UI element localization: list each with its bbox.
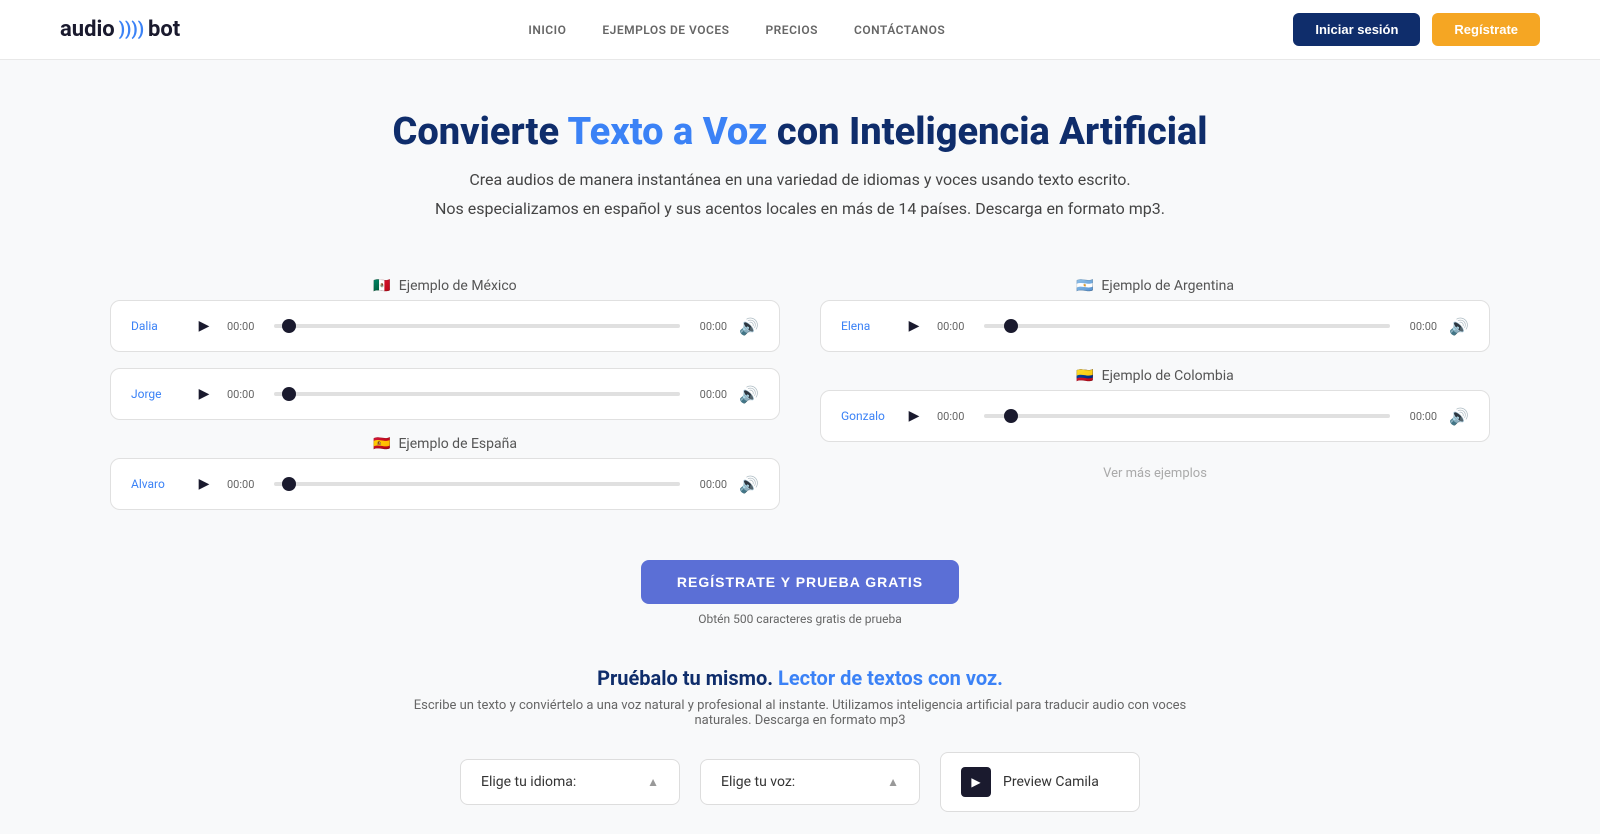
colombia-flag: 🇨🇴 [1076,368,1093,384]
audio-player-dalia: Dalia ▶ 00:00 00:00 🔊 [110,300,780,352]
nav-item-ejemplos[interactable]: EJEMPLOS DE VOCES [602,23,729,37]
ver-mas-link[interactable]: Ver más ejemplos [820,466,1490,481]
alvaro-label: Alvaro [131,477,181,491]
hero-title-part1: Convierte [392,110,567,154]
hero-title-highlight: Texto a Voz [568,110,768,154]
dalia-progress-dot [282,319,296,333]
preview-play-icon: ▶ [961,767,991,797]
jorge-time-end: 00:00 [692,388,727,401]
language-select[interactable]: Elige tu idioma: ▲ [460,759,680,805]
audio-player-gonzalo: Gonzalo ▶ 00:00 00:00 🔊 [820,390,1490,442]
hero-subtitle2: Nos especializamos en español y sus acen… [20,199,1580,218]
jorge-progress-bar[interactable] [274,392,680,396]
nav-item-contactanos[interactable]: CONTÁCTANOS [854,23,945,37]
cta-section: REGÍSTRATE Y PRUEBA GRATIS Obtén 500 car… [0,530,1600,646]
preview-label: Preview Camila [1003,774,1099,790]
dalia-label: Dalia [131,319,181,333]
dalia-play-button[interactable]: ▶ [193,315,215,337]
voice-select-chevron-icon: ▲ [887,775,899,789]
elena-time-end: 00:00 [1402,320,1437,333]
preview-button[interactable]: ▶ Preview Camila [940,752,1140,812]
logo-waves-icon: )))) [119,19,144,40]
argentina-group: 🇦🇷 Ejemplo de Argentina Elena ▶ 00:00 00… [820,278,1490,352]
nav-buttons: Iniciar sesión Regístrate [1293,13,1540,46]
jorge-progress-dot [282,387,296,401]
alvaro-play-button[interactable]: ▶ [193,473,215,495]
alvaro-progress-dot [282,477,296,491]
cta-button[interactable]: REGÍSTRATE Y PRUEBA GRATIS [641,560,959,604]
spain-label-text: Ejemplo de España [398,436,517,452]
gonzalo-progress-bar[interactable] [984,414,1390,418]
gonzalo-time-start: 00:00 [937,410,972,423]
hero-title-part2: con Inteligencia Artificial [767,110,1207,154]
spain-group: 🇪🇸 Ejemplo de España Alvaro ▶ 00:00 00:0… [110,436,780,510]
elena-label: Elena [841,319,891,333]
voice-select[interactable]: Elige tu voz: ▲ [700,759,920,805]
examples-left: 🇲🇽 Ejemplo de México Dalia ▶ 00:00 00:00… [110,278,780,510]
cta-subtitle: Obtén 500 caracteres gratis de prueba [20,612,1580,626]
alvaro-time-end: 00:00 [692,478,727,491]
gonzalo-time-end: 00:00 [1402,410,1437,423]
elena-time-start: 00:00 [937,320,972,333]
colombia-label-text: Ejemplo de Colombia [1102,368,1234,384]
audio-player-alvaro: Alvaro ▶ 00:00 00:00 🔊 [110,458,780,510]
logo-text-audio: audio [60,17,115,42]
login-button[interactable]: Iniciar sesión [1293,13,1420,46]
language-select-label: Elige tu idioma: [481,774,576,790]
gonzalo-volume-icon[interactable]: 🔊 [1449,407,1469,426]
colombia-label: 🇨🇴 Ejemplo de Colombia [820,368,1490,384]
try-title: Pruébalo tu mismo. Lector de textos con … [20,666,1580,690]
logo: audio))))bot [60,17,180,42]
logo-text-bot: bot [148,17,180,42]
try-section: Pruébalo tu mismo. Lector de textos con … [0,646,1600,728]
argentina-label-text: Ejemplo de Argentina [1101,278,1234,294]
hero-section: Convierte Texto a Voz con Inteligencia A… [0,60,1600,258]
gonzalo-play-button[interactable]: ▶ [903,405,925,427]
nav-item-precios[interactable]: PRECIOS [765,23,817,37]
spain-flag: 🇪🇸 [373,436,390,452]
alvaro-volume-icon[interactable]: 🔊 [739,475,759,494]
gonzalo-progress-dot [1004,409,1018,423]
elena-progress-dot [1004,319,1018,333]
jorge-volume-icon[interactable]: 🔊 [739,385,759,404]
elena-volume-icon[interactable]: 🔊 [1449,317,1469,336]
examples-section: 🇲🇽 Ejemplo de México Dalia ▶ 00:00 00:00… [50,258,1550,530]
try-title-link[interactable]: Lector de textos con voz. [778,666,1003,690]
alvaro-time-start: 00:00 [227,478,262,491]
try-subtitle: Escribe un texto y conviértelo a una voz… [410,698,1190,728]
audio-player-elena: Elena ▶ 00:00 00:00 🔊 [820,300,1490,352]
jorge-time-start: 00:00 [227,388,262,401]
mexico-flag: 🇲🇽 [373,278,390,294]
dalia-time-end: 00:00 [692,320,727,333]
elena-progress-bar[interactable] [984,324,1390,328]
dalia-progress-bar[interactable] [274,324,680,328]
dalia-volume-icon[interactable]: 🔊 [739,317,759,336]
jorge-label: Jorge [131,387,181,401]
mexico-label-text: Ejemplo de México [399,278,517,294]
argentina-label: 🇦🇷 Ejemplo de Argentina [820,278,1490,294]
mexico-group: 🇲🇽 Ejemplo de México Dalia ▶ 00:00 00:00… [110,278,780,352]
jorge-play-button[interactable]: ▶ [193,383,215,405]
gonzalo-label: Gonzalo [841,409,891,423]
bottom-controls: Elige tu idioma: ▲ Elige tu voz: ▲ ▶ Pre… [0,728,1600,812]
elena-play-button[interactable]: ▶ [903,315,925,337]
mexico-label: 🇲🇽 Ejemplo de México [110,278,780,294]
hero-title: Convierte Texto a Voz con Inteligencia A… [20,110,1580,154]
argentina-flag: 🇦🇷 [1076,278,1093,294]
dalia-time-start: 00:00 [227,320,262,333]
alvaro-progress-bar[interactable] [274,482,680,486]
register-button[interactable]: Regístrate [1432,13,1540,46]
voice-select-label: Elige tu voz: [721,774,795,790]
audio-player-jorge: Jorge ▶ 00:00 00:00 🔊 [110,368,780,420]
try-title-part1: Pruébalo tu mismo. [597,666,778,690]
colombia-group: 🇨🇴 Ejemplo de Colombia Gonzalo ▶ 00:00 0… [820,368,1490,442]
examples-right: 🇦🇷 Ejemplo de Argentina Elena ▶ 00:00 00… [820,278,1490,510]
hero-subtitle1: Crea audios de manera instantánea en una… [20,170,1580,189]
navbar: audio))))bot INICIO EJEMPLOS DE VOCES PR… [0,0,1600,60]
nav-item-inicio[interactable]: INICIO [528,23,566,37]
spain-label: 🇪🇸 Ejemplo de España [110,436,780,452]
nav-links: INICIO EJEMPLOS DE VOCES PRECIOS CONTÁCT… [528,23,945,37]
language-select-chevron-icon: ▲ [647,775,659,789]
